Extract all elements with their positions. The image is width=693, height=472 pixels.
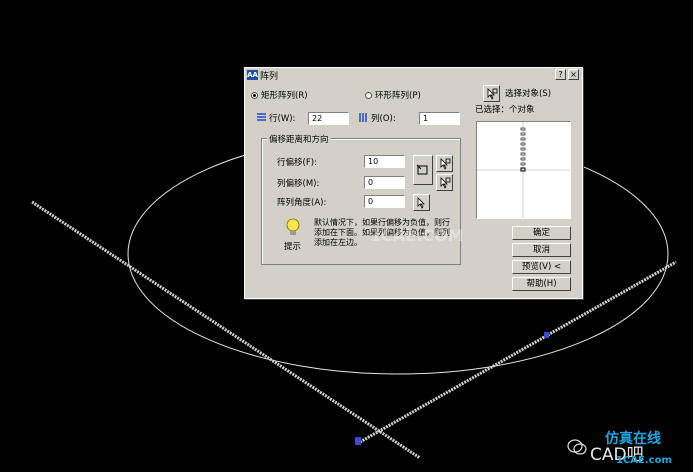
preview-graphic	[477, 122, 570, 218]
select-objects-button[interactable]	[483, 85, 500, 102]
columns-input[interactable]: 1	[419, 112, 460, 125]
array-angle-input[interactable]: 0	[364, 195, 405, 208]
help-button[interactable]: 帮助(H)	[512, 277, 571, 291]
rows-input[interactable]: 22	[308, 112, 349, 125]
selected-count: 已选择：个对象	[475, 105, 535, 115]
radio-rectangular[interactable]: 矩形阵列(R)	[251, 89, 308, 101]
array-dialog: AA 阵列 ? × 矩形阵列(R) 环形阵列(P) 行(W): 22 列(O):…	[244, 67, 583, 299]
faint-watermark: 1CAE.COM	[370, 226, 464, 245]
preview-button[interactable]: 预览(V) <	[512, 260, 571, 274]
rows-icon	[257, 113, 266, 122]
wechat-icon	[567, 439, 587, 455]
radio-dot-selected	[251, 91, 258, 99]
row-offset-input[interactable]: 10	[364, 155, 405, 168]
cancel-button[interactable]: 取消	[512, 243, 571, 257]
radio-rect-label: 矩形阵列(R)	[261, 91, 308, 101]
ok-button[interactable]: 确定	[512, 226, 571, 240]
column-offset-input[interactable]: 0	[364, 176, 405, 189]
pick-column-offset-button[interactable]	[436, 174, 453, 191]
dialog-titlebar[interactable]: AA 阵列 ? ×	[245, 68, 582, 82]
array-preview	[476, 121, 571, 219]
dialog-title: 阵列	[260, 71, 279, 82]
offset-group-title: 偏移距离和方向	[267, 133, 331, 145]
pick-angle-button[interactable]	[413, 194, 430, 211]
cursor-pick-icon	[440, 177, 451, 189]
help-title-button[interactable]: ?	[555, 69, 566, 80]
radio-polar-label: 环形阵列(P)	[375, 91, 421, 101]
select-objects-icon	[487, 88, 498, 100]
app-icon: AA	[247, 70, 258, 80]
select-objects-label: 选择对象(S)	[505, 89, 552, 99]
close-button[interactable]: ×	[568, 69, 579, 80]
pick-row-offset-button[interactable]	[436, 155, 453, 172]
cursor-pick-icon	[417, 197, 425, 209]
array-angle-label: 阵列角度(A):	[277, 198, 327, 208]
brand-watermark: 仿真在线	[605, 431, 661, 447]
radio-polar[interactable]: 环形阵列(P)	[365, 89, 421, 101]
columns-label: 列(O):	[371, 114, 396, 124]
row-offset-label: 行偏移(F):	[277, 158, 317, 168]
hint-label: 提示	[284, 242, 302, 252]
pick-both-offsets-button[interactable]	[413, 155, 433, 185]
grip-handle[interactable]	[355, 437, 361, 445]
cursor-pick-icon	[440, 158, 451, 170]
columns-icon	[359, 113, 368, 122]
rows-label: 行(W):	[269, 114, 296, 124]
radio-dot	[365, 91, 372, 99]
lightbulb-icon	[286, 218, 300, 235]
grip-handle[interactable]	[544, 332, 549, 338]
pick-offsets-icon	[416, 164, 428, 175]
site-watermark: 1CAE.com	[616, 455, 672, 466]
column-offset-label: 列偏移(M):	[277, 179, 320, 189]
